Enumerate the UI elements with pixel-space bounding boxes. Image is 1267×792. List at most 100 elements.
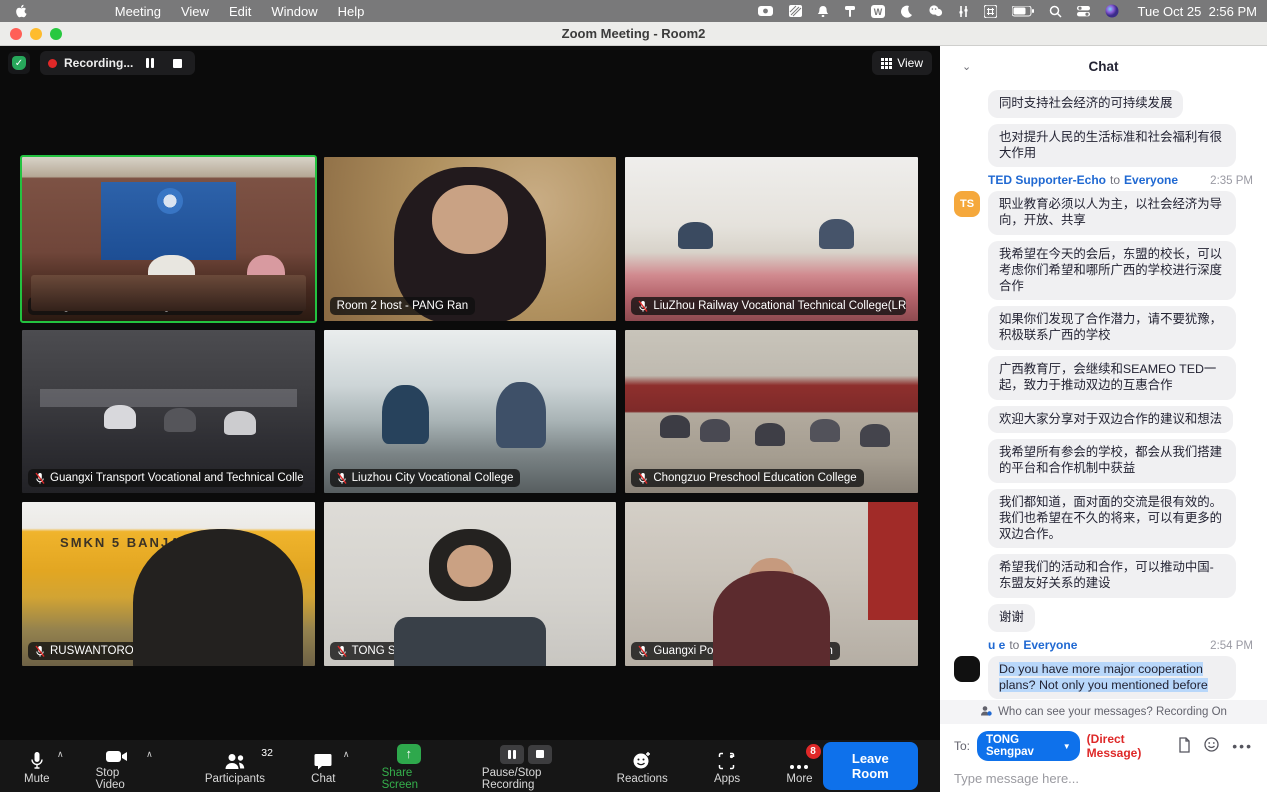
participant-name: TONG Sengpav (352, 645, 434, 657)
video-tile-liuzhou-railway[interactable]: LiuZhou Railway Vocational Technical Col… (623, 155, 920, 323)
stop-video-button[interactable]: Stop Video ∧ (86, 740, 149, 792)
chat-button[interactable]: Chat ∧ (301, 740, 345, 792)
menu-view[interactable]: View (171, 4, 219, 19)
chat-message: TS 职业教育必须以人为主，以社会经济为导向，开放、共享 (954, 191, 1253, 235)
more-button[interactable]: More 8 (776, 740, 822, 792)
stop-video-label: Stop Video (96, 767, 139, 791)
screen-recording-icon[interactable] (757, 3, 774, 19)
avatar (954, 656, 980, 682)
stop-recording-icon[interactable] (167, 55, 187, 71)
recipient-scope[interactable]: Everyone (1124, 173, 1178, 187)
view-button[interactable]: View (872, 51, 932, 75)
video-tile-tong-sengpav[interactable]: TONG Sengpav (322, 500, 619, 668)
share-screen-button[interactable]: ↑ Share Screen (372, 740, 446, 792)
menu-meeting[interactable]: Meeting (105, 4, 171, 19)
direct-message-label: (Direct Message) (1087, 732, 1172, 760)
reactions-button[interactable]: Reactions (607, 740, 678, 792)
sender-name[interactable]: u e (988, 638, 1005, 652)
chat-message: 我们都知道，面对面的交流是很有效的。我们也希望在不久的将来，可以有更多的双边合作… (954, 489, 1253, 548)
chat-message: 如果你们发现了合作潜力，请不要犹豫，积极联系广西的学校 (954, 306, 1253, 350)
macos-menubar: zoom.us Meeting View Edit Window Help W … (0, 0, 1267, 22)
participants-button[interactable]: Participants 32 (195, 740, 275, 792)
message-input[interactable] (954, 761, 1253, 792)
participant-name: Room 2 host - PANG Ran (337, 300, 468, 312)
menu-window[interactable]: Window (261, 4, 327, 19)
video-tile-ruswantoro[interactable]: SMKN 5 BANJARMA RUSWANTORO Vocational Hi… (20, 500, 317, 668)
chat-options-chevron[interactable]: ∧ (343, 749, 350, 760)
pause-recording-toolbar-icon[interactable] (500, 745, 524, 764)
hammer-icon[interactable] (844, 3, 856, 19)
leave-room-button[interactable]: Leave Room (823, 742, 919, 790)
video-options-chevron[interactable]: ∧ (146, 749, 153, 760)
mute-label: Mute (24, 773, 50, 785)
siri-icon[interactable] (1105, 3, 1119, 19)
mute-button[interactable]: Mute ∧ (14, 740, 60, 792)
moon-icon[interactable] (900, 3, 913, 19)
participant-name: Guangxi Vocational College of Water Reso… (35, 300, 303, 312)
chat-message: 广西教育厅，会继续和SEAMEO TED一起，致力于推动双边的互惠合作 (954, 356, 1253, 400)
message-time: 2:54 PM (1210, 640, 1253, 652)
recipient-selector[interactable]: TONG Sengpav ▼ (977, 731, 1080, 761)
recording-dot-icon (48, 59, 57, 68)
notification-bell-icon[interactable] (817, 3, 829, 19)
building-sign-text: SMKN 5 BANJARMA (60, 535, 217, 550)
video-tile-liuzhou-city[interactable]: Liuzhou City Vocational College (322, 328, 619, 496)
participants-icon (223, 748, 247, 770)
wechat-icon[interactable] (928, 3, 943, 19)
recipient-scope[interactable]: Everyone (1023, 638, 1077, 652)
control-center-icon[interactable] (1077, 3, 1090, 19)
chat-compose-area: To: TONG Sengpav ▼ (Direct Message) ••• (940, 724, 1267, 792)
video-tile-guangxi-transport[interactable]: Guangxi Transport Vocational and Technic… (20, 328, 317, 496)
chat-message-list[interactable]: 同时支持社会经济的可持续发展 也对提升人民的生活标准和社会福利有很大作用 TED… (940, 86, 1267, 700)
menu-help[interactable]: Help (328, 4, 375, 19)
chat-message: 谢谢 (954, 604, 1253, 632)
participant-name: LiuZhou Railway Vocational Technical Col… (653, 300, 906, 312)
muted-mic-icon (35, 472, 45, 484)
apps-icon (718, 748, 736, 770)
video-tile-pang-ran[interactable]: Room 2 host - PANG Ran (322, 155, 619, 323)
apple-menu-icon[interactable] (10, 4, 32, 18)
chat-privacy-notice[interactable]: Who can see your messages? Recording On (940, 700, 1267, 724)
participants-count: 32 (261, 747, 273, 759)
participant-silhouette (148, 255, 195, 291)
apps-button[interactable]: Apps (704, 740, 750, 792)
video-tile-guangxi-polytechnic[interactable]: Guangxi Polytechnic of Contruction (623, 500, 920, 668)
emoji-icon[interactable] (1204, 737, 1219, 755)
svg-text:W: W (873, 7, 882, 17)
grid-hash-icon[interactable] (984, 3, 997, 19)
utilities-icon[interactable] (958, 3, 969, 19)
mute-options-chevron[interactable]: ∧ (57, 749, 64, 760)
battery-icon[interactable] (1012, 3, 1034, 19)
menu-edit[interactable]: Edit (219, 4, 261, 19)
participant-name: RUSWANTORO Vocational High School 5 Banj… (50, 645, 303, 657)
muted-mic-icon (638, 472, 648, 484)
view-label: View (897, 56, 923, 70)
privacy-person-icon (980, 705, 992, 720)
chat-message: 同时支持社会经济的可持续发展 (954, 90, 1253, 118)
window-title: Zoom Meeting - Room2 (0, 26, 1267, 41)
search-icon[interactable] (1049, 3, 1062, 19)
pause-stop-recording-button[interactable]: Pause/Stop Recording (472, 740, 581, 792)
apps-label: Apps (714, 773, 740, 785)
file-attach-icon[interactable] (1178, 737, 1191, 756)
reactions-label: Reactions (617, 773, 668, 785)
avatar: TS (954, 191, 980, 217)
message-time: 2:35 PM (1210, 175, 1253, 187)
security-shield-icon[interactable]: ✓ (8, 52, 30, 74)
message-more-options-icon[interactable]: ••• (1232, 738, 1253, 754)
video-tile-guangxi-water[interactable]: Guangxi Vocational College of Water Reso… (20, 155, 317, 323)
stop-recording-toolbar-icon[interactable] (528, 745, 552, 764)
pause-recording-icon[interactable] (140, 55, 160, 71)
sender-name[interactable]: TED Supporter-Echo (988, 173, 1106, 187)
recording-indicator: Recording... (40, 51, 195, 75)
participant-silhouette (247, 255, 285, 294)
grid-view-icon (881, 58, 892, 69)
chat-message: Do you have more major cooperation plans… (954, 656, 1253, 700)
video-tile-chongzuo[interactable]: Chongzuo Preschool Education College (623, 328, 920, 496)
muted-mic-icon (638, 645, 648, 657)
display-stripes-icon[interactable] (789, 3, 802, 19)
chat-label: Chat (311, 773, 335, 785)
participants-label: Participants (205, 773, 265, 785)
collapse-chat-chevron-icon[interactable]: ⌄ (962, 60, 971, 73)
word-icon[interactable]: W (871, 3, 885, 19)
